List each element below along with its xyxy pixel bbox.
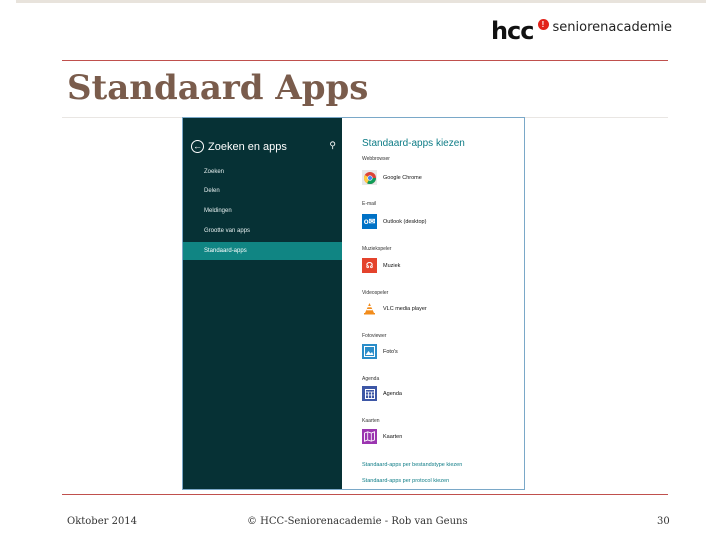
category-label: Muziekspeler	[362, 246, 392, 252]
search-icon[interactable]: ⚲	[329, 140, 336, 151]
maps-icon	[362, 429, 377, 444]
photos-icon	[362, 344, 377, 359]
category-label: Agenda	[362, 376, 380, 382]
slide-top-border	[16, 0, 706, 3]
category-label: E-mail	[362, 201, 377, 207]
slide: hcc ! seniorenacademie Standaard Apps ← …	[0, 0, 722, 545]
hcc-logo: hcc ! seniorenacademie	[491, 18, 672, 44]
settings-screenshot: ← Zoeken en apps ⚲ Zoeken Delen Meldinge…	[182, 117, 525, 490]
back-arrow-icon[interactable]: ←	[191, 140, 204, 153]
default-app-button[interactable]: ☊ Muziek	[362, 258, 400, 273]
sidebar-item-zoeken[interactable]: Zoeken	[183, 163, 342, 181]
sidebar-title: Zoeken en apps	[208, 140, 287, 153]
header-rule	[62, 60, 668, 61]
category-label: Webbrowser	[362, 156, 390, 162]
app-name: Outlook (desktop)	[383, 218, 427, 225]
footer-credit: © HCC-Seniorenacademie - Rob van Geuns	[247, 516, 468, 527]
default-app-button[interactable]: o✉ Outlook (desktop)	[362, 214, 426, 229]
main-title: Standaard-apps kiezen	[362, 138, 465, 149]
category-label: Fotoviewer	[362, 333, 387, 339]
sidebar-item-standaard-apps[interactable]: Standaard-apps	[183, 242, 342, 260]
default-app-button[interactable]: VLC media player	[362, 301, 427, 316]
app-name: Foto's	[383, 348, 398, 355]
sidebar-item-delen[interactable]: Delen	[183, 182, 342, 200]
calendar-icon	[362, 386, 377, 401]
settings-main: Standaard-apps kiezen Webbrowser Google …	[342, 118, 524, 489]
default-app-button[interactable]: Agenda	[362, 386, 402, 401]
sidebar-header: ← Zoeken en apps ⚲	[191, 140, 336, 153]
vlc-icon	[362, 301, 377, 316]
logo-dot-icon: !	[537, 18, 549, 30]
app-name: VLC media player	[383, 305, 427, 312]
category-label: Videospeler	[362, 290, 389, 296]
link-by-filetype[interactable]: Standaard-apps per bestandstype kiezen	[362, 462, 462, 468]
logo-sub-text: seniorenacademie	[552, 19, 672, 35]
logo-hcc-text: hcc	[490, 17, 535, 45]
default-app-button[interactable]: Foto's	[362, 344, 398, 359]
settings-sidebar: ← Zoeken en apps ⚲ Zoeken Delen Meldinge…	[183, 118, 342, 489]
page-number: 30	[657, 516, 670, 527]
app-name: Muziek	[383, 262, 401, 269]
sidebar-item-meldingen[interactable]: Meldingen	[183, 202, 342, 220]
slide-title: Standaard Apps	[67, 68, 369, 108]
app-name: Agenda	[383, 390, 402, 397]
footer-rule	[62, 494, 668, 495]
chrome-icon	[362, 170, 377, 185]
category-label: Kaarten	[362, 418, 380, 424]
default-app-button[interactable]: Kaarten	[362, 429, 402, 444]
app-name: Kaarten	[383, 433, 403, 440]
music-icon: ☊	[362, 258, 377, 273]
footer-date: Oktober 2014	[67, 516, 138, 527]
link-by-protocol[interactable]: Standaard-apps per protocol kiezen	[362, 478, 449, 484]
app-name: Google Chrome	[383, 174, 422, 181]
sidebar-item-grootte-van-apps[interactable]: Grootte van apps	[183, 222, 342, 240]
outlook-icon: o✉	[362, 214, 377, 229]
default-app-button[interactable]: Google Chrome	[362, 170, 422, 185]
